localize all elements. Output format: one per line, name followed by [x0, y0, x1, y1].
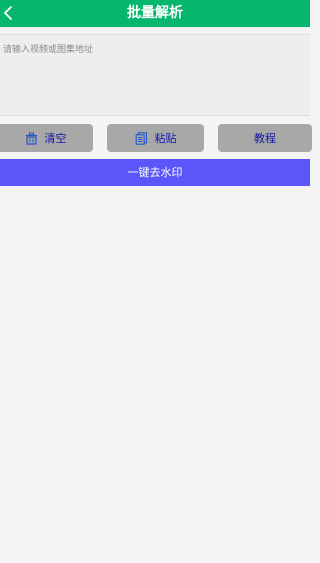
- app-header: 批量解析: [0, 0, 310, 27]
- remove-watermark-label: 一键去水印: [127, 166, 183, 179]
- back-arrow-icon: [4, 6, 12, 20]
- url-input[interactable]: [0, 34, 310, 116]
- clear-button[interactable]: 清空: [0, 124, 93, 152]
- tutorial-button[interactable]: 教程: [218, 124, 312, 152]
- remove-watermark-button[interactable]: 一键去水印: [0, 159, 310, 186]
- tutorial-button-label: 教程: [254, 132, 276, 145]
- clear-button-label: 清空: [44, 132, 67, 145]
- paste-button[interactable]: 粘贴: [107, 124, 204, 152]
- page-title: 批量解析: [127, 5, 183, 21]
- clipboard-icon: [135, 131, 148, 145]
- paste-button-label: 粘贴: [154, 132, 177, 145]
- back-button[interactable]: [0, 0, 22, 27]
- trash-icon: [25, 132, 38, 145]
